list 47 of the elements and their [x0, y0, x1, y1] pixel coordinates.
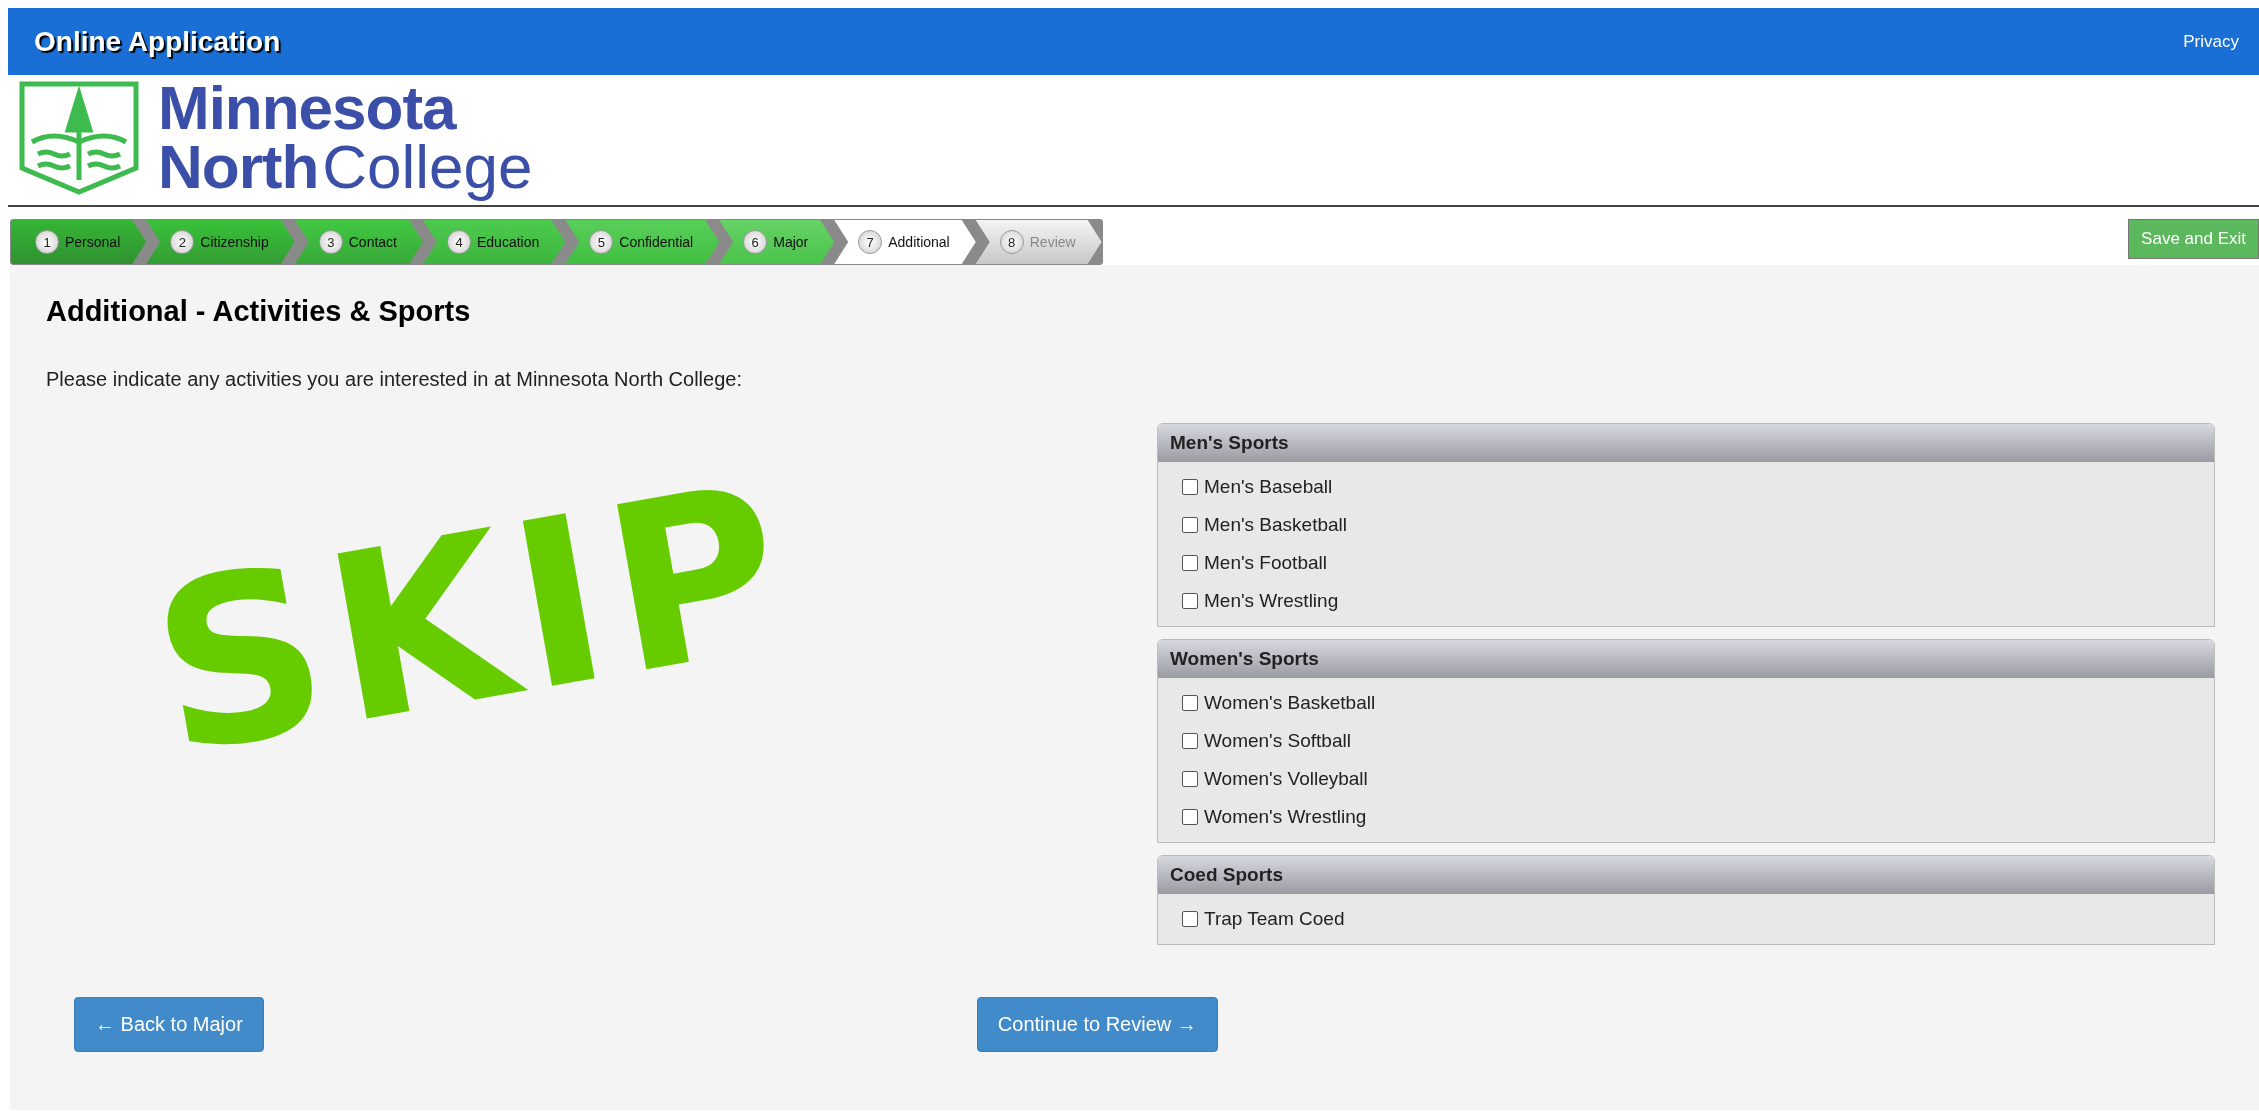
- panel-header: Coed Sports: [1158, 856, 2214, 894]
- checkbox-label[interactable]: Men's Baseball: [1204, 476, 1333, 498]
- checkbox-label[interactable]: Men's Wrestling: [1204, 590, 1339, 612]
- back-button[interactable]: ← Back to Major: [74, 997, 264, 1052]
- step-tab[interactable]: 4 Education: [423, 220, 566, 264]
- continue-button[interactable]: Continue to Review →: [976, 997, 1218, 1052]
- step-number: 1: [35, 230, 59, 254]
- checkbox-label[interactable]: Women's Volleyball: [1204, 768, 1368, 790]
- shield-logo-icon: [18, 79, 140, 196]
- step-tab[interactable]: 6 Major: [719, 220, 835, 264]
- step-tab[interactable]: 3 Contact: [294, 220, 423, 264]
- checkbox[interactable]: [1182, 517, 1198, 533]
- checkbox-label[interactable]: Men's Football: [1204, 552, 1327, 574]
- logo-wordmark: North: [158, 137, 319, 197]
- app-title: Online Application: [34, 25, 281, 58]
- step-number: 8: [999, 230, 1024, 254]
- step-number: 6: [743, 230, 768, 254]
- checkbox[interactable]: [1182, 695, 1198, 711]
- step-number: 5: [589, 230, 614, 254]
- step-tab[interactable]: 1 Personal: [11, 220, 147, 264]
- checkbox[interactable]: [1182, 555, 1198, 571]
- panel-header: Women's Sports: [1158, 640, 2214, 678]
- step-tab[interactable]: 5 Confidential: [565, 220, 720, 264]
- checkbox-label[interactable]: Men's Basketball: [1204, 514, 1348, 536]
- page-heading: Additional - Activities & Sports: [46, 294, 472, 328]
- checkbox[interactable]: [1182, 771, 1198, 787]
- checkbox[interactable]: [1182, 733, 1198, 749]
- checkbox[interactable]: [1182, 809, 1198, 825]
- intro-text: Please indicate any activities you are interested in at Minnesota North College:: [46, 368, 743, 391]
- step-number: 7: [858, 230, 883, 254]
- checkbox-label[interactable]: Women's Softball: [1204, 730, 1351, 752]
- step-tab[interactable]: 8 Review: [975, 220, 1102, 264]
- step-number: 2: [170, 230, 195, 254]
- checkbox-label[interactable]: Women's Wrestling: [1204, 806, 1367, 828]
- checkbox-label[interactable]: Women's Basketball: [1204, 692, 1376, 714]
- step-number: 3: [318, 230, 343, 254]
- handwritten-annotation: SKIP: [136, 432, 811, 806]
- panel-header: Men's Sports: [1158, 424, 2214, 462]
- step-number: 4: [447, 230, 471, 254]
- privacy-link[interactable]: Privacy: [2183, 31, 2239, 52]
- checkbox[interactable]: [1182, 911, 1198, 927]
- step-tab[interactable]: 2 Citizenship: [146, 220, 295, 264]
- checkbox-label[interactable]: Trap Team Coed: [1204, 908, 1345, 930]
- checkbox[interactable]: [1182, 479, 1198, 495]
- step-tab[interactable]: 7 Additional: [834, 220, 976, 264]
- logo-wordmark: Minnesota: [158, 78, 458, 138]
- checkbox[interactable]: [1182, 593, 1198, 609]
